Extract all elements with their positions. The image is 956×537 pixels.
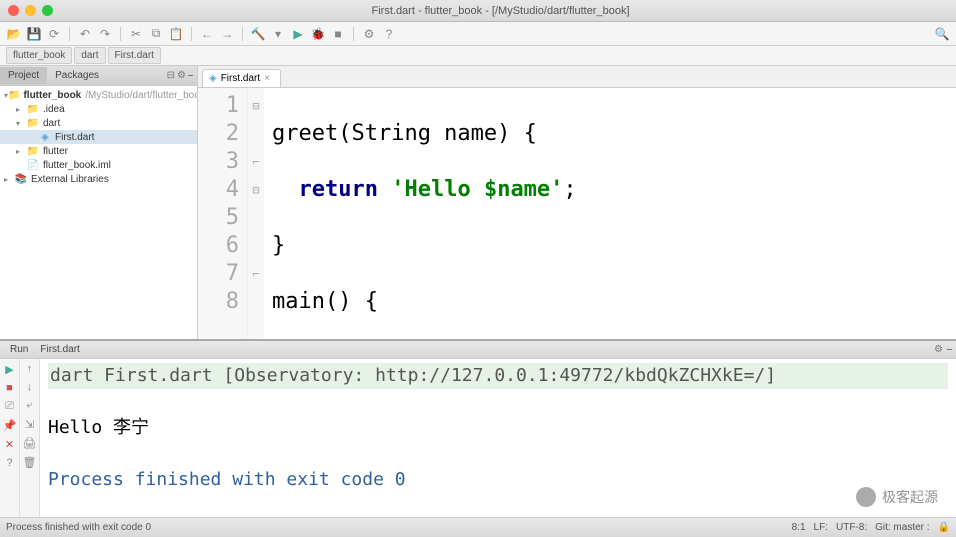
- run-side-toolbar: ▶ ■ ⎚ 📌 ✕ ?: [0, 359, 20, 517]
- open-icon[interactable]: 📂: [6, 26, 22, 42]
- window-titlebar: First.dart - flutter_book - [/MyStudio/d…: [0, 0, 956, 22]
- tree-first-dart[interactable]: ◈First.dart: [0, 130, 197, 144]
- run-output[interactable]: dart First.dart [Observatory: http://127…: [40, 359, 956, 517]
- run-header: Run First.dart ⚙ ⎯: [0, 341, 956, 359]
- tree-external-libs[interactable]: ▸📚External Libraries: [0, 172, 197, 186]
- file-encoding[interactable]: UTF-8:: [836, 522, 867, 533]
- separator: [191, 27, 192, 41]
- build-icon[interactable]: 🔨: [250, 26, 266, 42]
- editor-tab-first-dart[interactable]: ◈ First.dart ×: [202, 69, 281, 87]
- collapse-icon[interactable]: ⊟: [167, 70, 175, 81]
- forward-icon[interactable]: →: [219, 26, 235, 42]
- watermark-icon: [856, 487, 876, 507]
- caret-position[interactable]: 8:1: [792, 522, 806, 533]
- search-icon[interactable]: 🔍: [934, 26, 950, 42]
- line-separator[interactable]: LF:: [814, 522, 828, 533]
- run-tool-window: Run First.dart ⚙ ⎯ ▶ ■ ⎚ 📌 ✕ ? ↑ ↓ ⤶ ⇲ 🖨…: [0, 339, 956, 517]
- paste-icon[interactable]: 📋: [168, 26, 184, 42]
- close-window-icon[interactable]: [8, 5, 19, 16]
- run-command-line: dart First.dart [Observatory: http://127…: [48, 363, 948, 389]
- hide-icon[interactable]: ⎯: [947, 344, 952, 355]
- git-branch[interactable]: Git: master :: [875, 522, 929, 533]
- debug-icon[interactable]: 🐞: [310, 26, 326, 42]
- tree-dart-dir[interactable]: ▾📁dart: [0, 116, 197, 130]
- dart-file-icon: ◈: [209, 73, 217, 84]
- settings-icon[interactable]: ⚙: [177, 70, 186, 81]
- softwrap-icon[interactable]: ⤶: [26, 399, 32, 412]
- code-editor[interactable]: 1 2 3 4 5 6 7 8 ⊟⌐⊟⌐ greet(String name) …: [198, 88, 956, 339]
- lock-icon[interactable]: 🔒: [938, 522, 950, 533]
- minimize-window-icon[interactable]: [25, 5, 36, 16]
- tree-root[interactable]: ▾📁 flutter_book /MyStudio/dart/flutter_b…: [0, 88, 197, 102]
- scroll-icon[interactable]: ⇲: [25, 418, 34, 431]
- editor-tabs: ◈ First.dart ×: [198, 66, 956, 88]
- help-icon[interactable]: ?: [6, 457, 12, 469]
- back-icon[interactable]: ←: [199, 26, 215, 42]
- refresh-icon[interactable]: ⟳: [46, 26, 62, 42]
- project-tool-window: Project Packages ⊟ ⚙ ⎯ ▾📁 flutter_book /…: [0, 66, 198, 339]
- breadcrumb-file[interactable]: First.dart: [108, 47, 161, 64]
- filter-icon[interactable]: ⎚: [5, 400, 14, 413]
- run-config-icon[interactable]: ▾: [270, 26, 286, 42]
- run-config-label[interactable]: First.dart: [34, 344, 85, 355]
- breadcrumb-bar: flutter_book dart First.dart: [0, 46, 956, 66]
- copy-icon[interactable]: ⧉: [148, 26, 164, 42]
- run-side-toolbar-2: ↑ ↓ ⤶ ⇲ 🖨 🗑: [20, 359, 40, 517]
- settings-icon[interactable]: ⚙: [361, 26, 377, 42]
- line-gutter: 1 2 3 4 5 6 7 8: [198, 88, 248, 339]
- main-toolbar: 📂 💾 ⟳ ↶ ↷ ✂ ⧉ 📋 ← → 🔨 ▾ ▶ 🐞 ■ ⚙ ? 🔍: [0, 22, 956, 46]
- run-finished-line: Process finished with exit code 0: [48, 467, 948, 493]
- separator: [120, 27, 121, 41]
- project-tab[interactable]: Project: [0, 67, 47, 84]
- close-icon[interactable]: ✕: [5, 438, 14, 451]
- separator: [69, 27, 70, 41]
- code-lines[interactable]: greet(String name) { return 'Hello $name…: [264, 88, 956, 339]
- run-output-line: Hello 李宁: [48, 415, 948, 441]
- run-icon[interactable]: ▶: [290, 26, 306, 42]
- help-icon[interactable]: ?: [381, 26, 397, 42]
- down-icon[interactable]: ↓: [27, 381, 33, 393]
- tree-iml[interactable]: 📄flutter_book.iml: [0, 158, 197, 172]
- save-icon[interactable]: 💾: [26, 26, 42, 42]
- editor-tab-label: First.dart: [221, 73, 260, 84]
- project-tree[interactable]: ▾📁 flutter_book /MyStudio/dart/flutter_b…: [0, 86, 197, 339]
- run-tab-label[interactable]: Run: [4, 344, 34, 355]
- stop-icon[interactable]: ■: [330, 26, 346, 42]
- packages-tab[interactable]: Packages: [47, 67, 107, 84]
- cut-icon[interactable]: ✂: [128, 26, 144, 42]
- undo-icon[interactable]: ↶: [77, 26, 93, 42]
- print-icon[interactable]: 🖨: [23, 437, 37, 450]
- tree-root-label: flutter_book: [23, 90, 81, 101]
- status-message: Process finished with exit code 0: [6, 522, 151, 533]
- breadcrumb-folder[interactable]: dart: [74, 47, 105, 64]
- redo-icon[interactable]: ↷: [97, 26, 113, 42]
- separator: [353, 27, 354, 41]
- separator: [242, 27, 243, 41]
- editor-area: ◈ First.dart × 1 2 3 4 5 6 7 8 ⊟⌐⊟⌐ gree…: [198, 66, 956, 339]
- hide-icon[interactable]: ⎯: [188, 70, 193, 81]
- watermark-text: 极客起源: [882, 487, 938, 507]
- breadcrumb-project[interactable]: flutter_book: [6, 47, 72, 64]
- clear-icon[interactable]: 🗑: [23, 456, 37, 469]
- pin-icon[interactable]: 📌: [3, 419, 17, 432]
- project-tabs: Project Packages ⊟ ⚙ ⎯: [0, 66, 197, 86]
- window-title: First.dart - flutter_book - [/MyStudio/d…: [53, 5, 948, 17]
- status-bar: Process finished with exit code 0 8:1 LF…: [0, 517, 956, 537]
- tree-idea[interactable]: ▸📁.idea: [0, 102, 197, 116]
- rerun-icon[interactable]: ▶: [5, 363, 13, 376]
- settings-icon[interactable]: ⚙: [934, 344, 943, 355]
- maximize-window-icon[interactable]: [42, 5, 53, 16]
- tree-root-path: /MyStudio/dart/flutter_book: [85, 90, 197, 101]
- tree-flutter-dir[interactable]: ▸📁flutter: [0, 144, 197, 158]
- fold-gutter[interactable]: ⊟⌐⊟⌐: [248, 88, 264, 339]
- close-tab-icon[interactable]: ×: [264, 73, 270, 84]
- up-icon[interactable]: ↑: [27, 363, 33, 375]
- watermark: 极客起源: [856, 487, 938, 507]
- traffic-lights: [8, 5, 53, 16]
- stop-icon[interactable]: ■: [6, 382, 13, 394]
